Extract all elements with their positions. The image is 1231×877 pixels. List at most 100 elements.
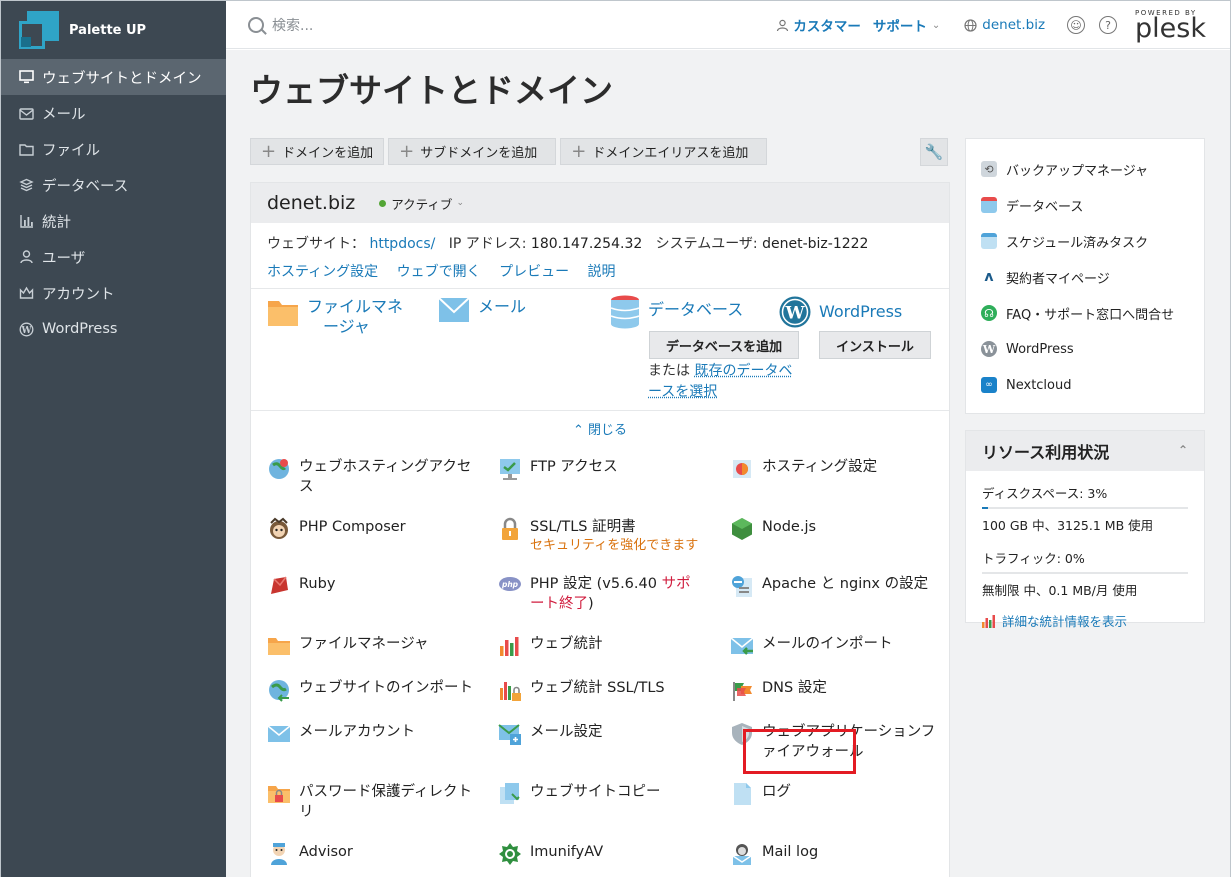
- tool-imunifyav[interactable]: ImunifyAV: [498, 842, 713, 866]
- side-link-nextcloud[interactable]: ∞ Nextcloud: [966, 367, 1204, 403]
- docroot-link[interactable]: httpdocs/: [369, 236, 435, 252]
- collapse-link[interactable]: ⌃ 閉じる: [251, 419, 949, 438]
- help-icon[interactable]: ?: [1099, 16, 1117, 34]
- bar-chart-icon: [982, 614, 998, 628]
- tool-nodejs[interactable]: Node.js: [730, 517, 945, 541]
- page-header: ウェブサイトとドメイン: [226, 50, 1230, 124]
- traffic-usage-label: トラフィック: 0%: [966, 548, 1204, 567]
- tool-label: Node.js: [762, 517, 816, 537]
- ssl-sub-link[interactable]: セキュリティを強化できます: [530, 537, 698, 555]
- customer-menu[interactable]: カスタマー: [776, 15, 861, 35]
- wrench-button[interactable]: 🔧: [920, 138, 948, 166]
- tool-ftp-access[interactable]: FTP アクセス: [498, 457, 713, 481]
- side-link-label: 契約者マイページ: [1006, 268, 1110, 287]
- detailed-stats-link[interactable]: 詳細な統計情報を表示: [966, 611, 1204, 630]
- tool-mail-accounts[interactable]: メールアカウント: [267, 722, 482, 746]
- hosting-settings-link[interactable]: ホスティング設定: [267, 264, 378, 280]
- sidebar-item-mail[interactable]: メール: [1, 95, 226, 131]
- select-existing-db-link-1[interactable]: 既存のデータベ: [694, 363, 792, 379]
- tool-dns-settings[interactable]: DNS 設定: [730, 678, 945, 702]
- select-existing-db-link-2[interactable]: ースを選択: [648, 384, 717, 400]
- add-domain-button[interactable]: + ドメインを追加: [250, 138, 384, 165]
- tool-php-composer[interactable]: PHP Composer: [267, 517, 482, 541]
- status-badge[interactable]: アクティブ ⌄: [379, 194, 464, 213]
- sidebar-item-users[interactable]: ユーザ: [1, 239, 226, 275]
- side-link-faq-support[interactable]: ☊ FAQ・サポート窓口へ問合せ: [966, 295, 1204, 331]
- topbar-right: カスタマー サポート ⌄ denet.biz ☺ ? POWERED BY pl…: [776, 1, 1230, 49]
- tool-mail-log[interactable]: Mail log: [730, 842, 945, 866]
- tool-mail-import[interactable]: メールのインポート: [730, 634, 945, 658]
- open-in-web-link[interactable]: ウェブで開く: [397, 264, 481, 280]
- tool-php-settings[interactable]: php PHP 設定 (v5.6.40 サポート終了): [498, 574, 713, 614]
- database-icon: [18, 177, 34, 193]
- stats-icon: [18, 213, 34, 229]
- tool-ruby[interactable]: Ruby: [267, 574, 482, 598]
- main-content: + ドメインを追加 + サブドメインを追加 + ドメインエイリアスを追加 🔧 dene…: [226, 124, 1230, 877]
- tool-web-stats[interactable]: ウェブ統計: [498, 634, 713, 658]
- tool-label: SSL/TLS 証明書: [530, 517, 698, 537]
- mail-icon: [18, 105, 34, 121]
- tool-label: PHP 設定 (v5.6.40 サポート終了): [530, 574, 700, 614]
- sysuser-label: システムユーザ:: [656, 236, 758, 252]
- quick-file-manager[interactable]: ファイルマネ ージャ: [267, 297, 403, 337]
- domain-name[interactable]: denet.biz: [267, 192, 355, 214]
- tool-advisor[interactable]: Advisor: [267, 842, 482, 866]
- side-link-wordpress[interactable]: W WordPress: [966, 331, 1204, 367]
- add-database-button[interactable]: データベースを追加: [649, 331, 799, 359]
- imunify-icon: [498, 842, 522, 866]
- detailed-stats-label: 詳細な統計情報を表示: [1002, 611, 1127, 630]
- sidebar-item-account[interactable]: アカウント: [1, 275, 226, 311]
- wordpress-label: WordPress: [819, 302, 902, 322]
- tool-website-copy[interactable]: ウェブサイトコピー: [498, 782, 713, 806]
- quick-database[interactable]: データベース: [610, 295, 743, 329]
- tool-mail-settings[interactable]: メール設定: [498, 722, 713, 746]
- domain-switcher[interactable]: denet.biz: [964, 17, 1045, 33]
- sidebar-item-files[interactable]: ファイル: [1, 131, 226, 167]
- add-subdomain-button[interactable]: + サブドメインを追加: [388, 138, 556, 165]
- tool-logs[interactable]: ログ: [730, 782, 945, 806]
- preview-link[interactable]: プレビュー: [499, 264, 569, 280]
- resource-usage-header[interactable]: リソース利用状況 ⌃: [966, 431, 1204, 471]
- sidebar: Palette UP ウェブサイトとドメイン メール ファイル データベース 統…: [1, 1, 226, 877]
- add-alias-button[interactable]: + ドメインエイリアスを追加: [560, 138, 767, 165]
- description-link[interactable]: 説明: [588, 264, 616, 280]
- quick-mail[interactable]: メール: [438, 297, 526, 323]
- sidebar-item-websites[interactable]: ウェブサイトとドメイン: [1, 59, 226, 95]
- sidebar-item-databases[interactable]: データベース: [1, 167, 226, 203]
- tool-protected-directories[interactable]: パスワード保護ディレクトリ: [267, 782, 482, 822]
- tool-label: ウェブ統計: [530, 634, 603, 654]
- tool-apache-nginx[interactable]: Apache と nginx の設定: [730, 574, 945, 598]
- mail-log-icon: [730, 842, 754, 866]
- side-link-database[interactable]: データベース: [966, 187, 1204, 223]
- sidebar-item-wordpress[interactable]: W WordPress: [1, 311, 226, 347]
- sysuser-value: denet-biz-1222: [762, 236, 868, 252]
- tool-label: Advisor: [299, 842, 353, 862]
- community-icon[interactable]: ☺: [1067, 16, 1085, 34]
- tool-web-stats-ssl[interactable]: ウェブ統計 SSL/TLS: [498, 678, 713, 702]
- support-menu[interactable]: サポート ⌄: [873, 15, 940, 35]
- mail-icon: [438, 297, 470, 323]
- php-close-paren: ): [588, 596, 594, 612]
- search-input[interactable]: 検索...: [248, 15, 788, 35]
- sidebar-item-label: ファイル: [42, 139, 100, 160]
- ruby-icon: [267, 574, 291, 598]
- tool-hosting-settings[interactable]: ホスティング設定: [730, 457, 945, 481]
- tool-label: ログ: [762, 782, 791, 802]
- side-link-mypage[interactable]: ʌ 契約者マイページ: [966, 259, 1204, 295]
- chevron-down-icon: ⌄: [932, 20, 940, 31]
- side-link-scheduled-tasks[interactable]: スケジュール済みタスク: [966, 223, 1204, 259]
- tool-website-import[interactable]: ウェブサイトのインポート: [267, 678, 482, 702]
- globe-user-icon: [267, 457, 291, 481]
- add-domain-label: ドメインを追加: [282, 142, 373, 161]
- side-link-label: WordPress: [1006, 342, 1074, 357]
- tool-ssl-certificates[interactable]: SSL/TLS 証明書 セキュリティを強化できます: [498, 517, 713, 555]
- tool-file-manager[interactable]: ファイルマネージャ: [267, 634, 482, 658]
- install-wordpress-button[interactable]: インストール: [819, 331, 931, 359]
- sidebar-item-stats[interactable]: 統計: [1, 203, 226, 239]
- wrench-icon: 🔧: [925, 143, 944, 161]
- tool-web-hosting-access[interactable]: ウェブホスティングアクセス: [267, 457, 482, 497]
- side-link-backup[interactable]: ⟲ バックアップマネージャ: [966, 151, 1204, 187]
- brand[interactable]: Palette UP: [1, 1, 226, 59]
- quick-wordpress[interactable]: W WordPress: [779, 296, 902, 328]
- folder-icon: [267, 634, 291, 658]
